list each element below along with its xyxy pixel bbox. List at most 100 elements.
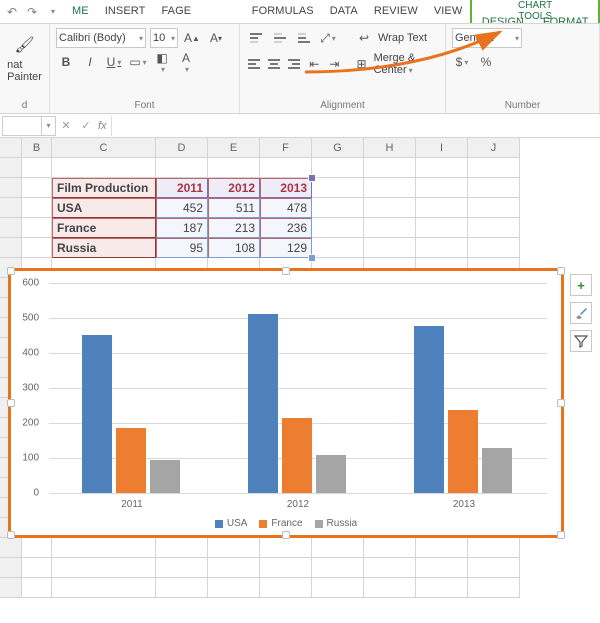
tab-insert[interactable]: INSERT [97, 0, 154, 23]
grid-cell[interactable] [312, 218, 364, 238]
grid-cell[interactable] [416, 538, 468, 558]
redo-icon[interactable]: ↷ [24, 4, 40, 20]
grid-cell[interactable] [416, 578, 468, 598]
chart-styles-button[interactable] [570, 302, 592, 324]
bar-russia-2011[interactable] [150, 460, 180, 493]
tab-formulas[interactable]: FORMULAS [244, 0, 322, 23]
format-painter-button[interactable]: 🖌 nat Painter [6, 28, 43, 88]
col-header-J[interactable]: J [468, 138, 520, 158]
resize-handle-icon[interactable] [7, 267, 15, 275]
row-label-usa[interactable]: USA [52, 198, 156, 218]
resize-handle-icon[interactable] [7, 531, 15, 539]
grid-cell[interactable] [364, 198, 416, 218]
undo-icon[interactable]: ↶ [4, 4, 20, 20]
grid-cell[interactable] [416, 178, 468, 198]
legend-item-france[interactable]: France [259, 518, 302, 529]
plot-area[interactable]: 0100200300400500600201120122013 [49, 283, 547, 493]
increase-indent-icon[interactable]: ⇥ [326, 54, 342, 74]
row-header[interactable] [0, 558, 22, 578]
underline-button[interactable]: U [104, 52, 124, 72]
grid-cell[interactable] [364, 218, 416, 238]
row-header[interactable] [0, 198, 22, 218]
grid-cell[interactable] [52, 158, 156, 178]
align-middle-icon[interactable] [270, 28, 290, 48]
chart-legend[interactable]: USAFranceRussia [11, 518, 561, 529]
resize-handle-icon[interactable] [557, 267, 565, 275]
bar-france-2013[interactable] [448, 410, 478, 493]
grid-cell[interactable] [22, 178, 52, 198]
grid-cell[interactable] [468, 198, 520, 218]
grid-cell[interactable] [156, 578, 208, 598]
grid-cell[interactable] [312, 538, 364, 558]
col-header-I[interactable]: I [416, 138, 468, 158]
qat-customize-icon[interactable] [44, 4, 60, 20]
table-title-cell[interactable]: Film Production [52, 178, 156, 198]
formula-input[interactable] [111, 116, 600, 136]
range-handle-icon[interactable] [308, 174, 316, 182]
grid-cell[interactable] [156, 538, 208, 558]
grid-cell[interactable] [364, 558, 416, 578]
grid-cell[interactable] [364, 238, 416, 258]
resize-handle-icon[interactable] [282, 267, 290, 275]
resize-handle-icon[interactable] [557, 531, 565, 539]
name-box-dropdown-icon[interactable]: ▾ [42, 116, 56, 136]
legend-item-usa[interactable]: USA [215, 518, 248, 529]
select-all-button[interactable] [0, 138, 22, 158]
row-label-russia[interactable]: Russia [52, 238, 156, 258]
grid-cell[interactable] [312, 178, 364, 198]
cell-usa-2011[interactable]: 452 [156, 198, 208, 218]
grid-cell[interactable] [312, 238, 364, 258]
grid-cell[interactable] [52, 538, 156, 558]
align-bottom-icon[interactable] [294, 28, 314, 48]
grid-cell[interactable] [22, 158, 52, 178]
embedded-chart[interactable]: 0100200300400500600201120122013 USA Franc… [8, 268, 564, 538]
cell-russia-2012[interactable]: 108 [208, 238, 260, 258]
bar-france-2012[interactable] [282, 418, 312, 493]
grid-cell[interactable] [260, 558, 312, 578]
font-color-button[interactable]: A [176, 52, 196, 72]
cell-france-2012[interactable]: 213 [208, 218, 260, 238]
bar-usa-2012[interactable] [248, 314, 278, 493]
tab-chart-format[interactable]: FORMAT [535, 14, 597, 24]
font-size-select[interactable]: 10 [150, 28, 178, 48]
grid-cell[interactable] [312, 578, 364, 598]
resize-handle-icon[interactable] [282, 531, 290, 539]
tab-data[interactable]: DATA [322, 0, 366, 23]
grid-cell[interactable] [312, 158, 364, 178]
grid-cell[interactable] [364, 158, 416, 178]
bar-russia-2012[interactable] [316, 455, 346, 493]
name-box[interactable] [2, 116, 42, 136]
currency-button[interactable]: $ [452, 52, 472, 72]
grid-cell[interactable] [260, 158, 312, 178]
fx-label[interactable]: fx [98, 120, 107, 132]
grid-cell[interactable] [416, 158, 468, 178]
year-header-2[interactable]: 2013 [260, 178, 312, 198]
col-header-G[interactable]: G [312, 138, 364, 158]
tab-page-layout[interactable]: FAGE LAYOUT [153, 0, 243, 23]
fill-color-button[interactable]: ◧ [152, 52, 172, 72]
grid-cell[interactable] [260, 578, 312, 598]
grid-cell[interactable] [468, 218, 520, 238]
grid-cell[interactable] [22, 198, 52, 218]
merge-center-button[interactable]: Merge & Center [374, 52, 439, 76]
row-header[interactable] [0, 578, 22, 598]
grid-cell[interactable] [208, 578, 260, 598]
grid-cell[interactable] [22, 558, 52, 578]
grid-cell[interactable] [468, 178, 520, 198]
grid-cell[interactable] [22, 578, 52, 598]
grid-cell[interactable] [208, 558, 260, 578]
align-left-icon[interactable] [246, 54, 262, 74]
row-header[interactable] [0, 178, 22, 198]
range-handle-icon[interactable] [308, 254, 316, 262]
italic-button[interactable]: I [80, 52, 100, 72]
grid-cell[interactable] [416, 218, 468, 238]
enter-formula-icon[interactable]: ✓ [76, 116, 96, 136]
cancel-formula-icon[interactable]: ✕ [56, 116, 76, 136]
align-right-icon[interactable] [286, 54, 302, 74]
col-header-H[interactable]: H [364, 138, 416, 158]
grid-cell[interactable] [364, 538, 416, 558]
col-header-F[interactable]: F [260, 138, 312, 158]
grid-cell[interactable] [52, 578, 156, 598]
bar-russia-2013[interactable] [482, 448, 512, 493]
row-header[interactable] [0, 538, 22, 558]
